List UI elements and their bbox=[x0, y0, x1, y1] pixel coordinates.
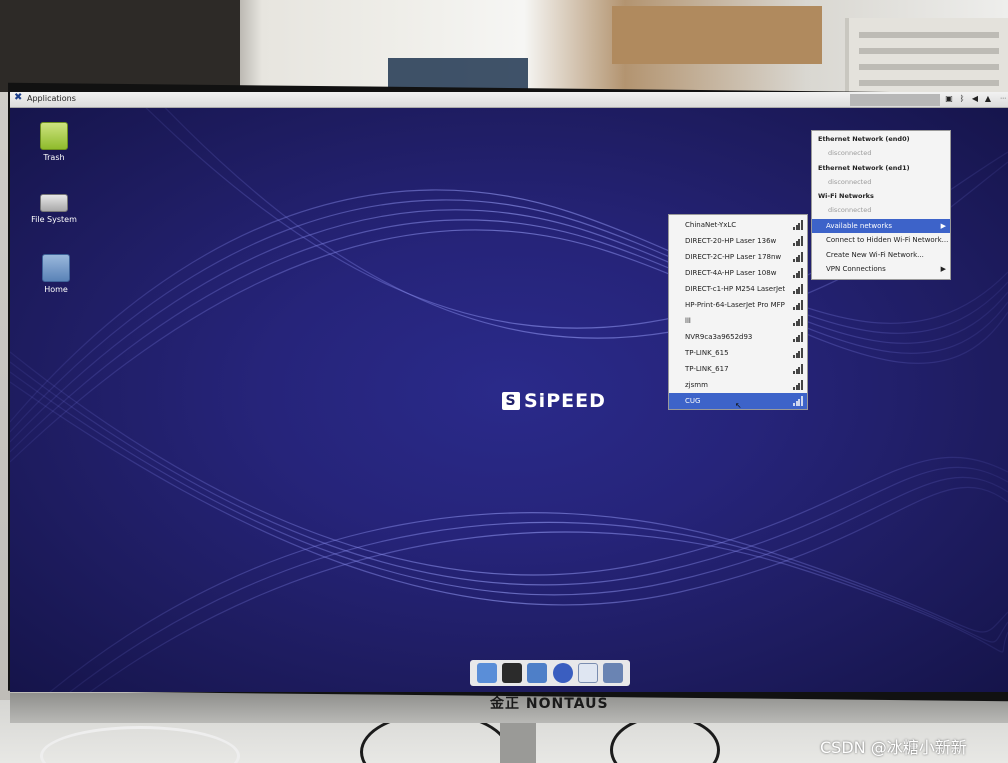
ethernet1-status: disconnected bbox=[828, 178, 872, 186]
available-networks-submenu: ChinaNet-YxLC DIRECT-20-HP Laser 136w DIRE… bbox=[668, 214, 808, 410]
network-ssid: TP-LINK_617 bbox=[685, 365, 729, 373]
signal-strength-icon bbox=[793, 396, 803, 406]
mouse-cursor-icon: ↖ bbox=[735, 401, 742, 410]
notification-icon[interactable]: ▲ bbox=[983, 94, 993, 104]
home-folder-icon bbox=[42, 254, 70, 282]
signal-strength-icon bbox=[793, 236, 803, 246]
network-ssid: lll bbox=[685, 317, 691, 325]
applications-label: Applications bbox=[27, 93, 76, 103]
sipeed-logo: S SiPEED bbox=[502, 390, 606, 412]
ethernet0-status: disconnected bbox=[828, 149, 872, 157]
signal-strength-icon bbox=[793, 252, 803, 262]
signal-strength-icon bbox=[793, 268, 803, 278]
network-item[interactable]: CUG ↖ bbox=[669, 393, 807, 410]
room-cabinet bbox=[845, 18, 1008, 96]
xfce-logo-icon: ✖ bbox=[14, 92, 23, 103]
network-item[interactable]: DIRECT-2C-HP Laser 178nw bbox=[669, 249, 807, 265]
network-item[interactable]: ChinaNet-YxLC bbox=[669, 217, 807, 233]
menu-item-connect-hidden[interactable]: Connect to Hidden Wi-Fi Network... bbox=[812, 233, 950, 247]
clock-icon[interactable]: ⋯ bbox=[996, 94, 1008, 104]
desktop-screen: ✖ Applications ▣ ᛒ ◀ ▲ ⋯ Trash File Syst… bbox=[10, 92, 1008, 692]
signal-strength-icon bbox=[793, 300, 803, 310]
trash-icon bbox=[40, 122, 68, 150]
network-ssid: DIRECT-c1-HP M254 LaserJet bbox=[685, 285, 786, 293]
network-ssid: DIRECT-2C-HP Laser 178nw bbox=[685, 253, 782, 261]
menu-item-label: Create New Wi-Fi Network... bbox=[826, 251, 924, 259]
system-tray: ▣ ᛒ ◀ ▲ ⋯ bbox=[944, 94, 1008, 104]
folder-icon[interactable] bbox=[603, 663, 624, 683]
desktop-icon-trash[interactable]: Trash bbox=[24, 122, 84, 162]
network-item[interactable]: TP-LINK_615 bbox=[669, 345, 807, 361]
network-item[interactable]: DIRECT-4A-HP Laser 108w bbox=[669, 265, 807, 281]
network-item[interactable]: NVR9ca3a9652d93 bbox=[669, 329, 807, 345]
signal-strength-icon bbox=[793, 348, 803, 358]
network-ssid: CUG bbox=[685, 397, 701, 405]
network-ssid: HP-Print-64-LaserJet Pro MFP bbox=[685, 301, 785, 309]
show-desktop-icon[interactable] bbox=[476, 663, 497, 683]
signal-strength-icon bbox=[793, 364, 803, 374]
wifi-status: disconnected bbox=[828, 206, 872, 214]
desktop-icon-file-system[interactable]: File System bbox=[24, 188, 84, 224]
watermark: CSDN @冰糖小新新 bbox=[820, 738, 967, 757]
submenu-arrow-icon: ▶ bbox=[940, 222, 946, 230]
signal-strength-icon bbox=[793, 316, 803, 326]
network-ssid: NVR9ca3a9652d93 bbox=[685, 333, 753, 341]
ethernet0-header: Ethernet Network (end0) bbox=[818, 135, 910, 143]
menu-item-label: Available networks bbox=[826, 222, 892, 230]
search-icon[interactable] bbox=[577, 663, 598, 683]
browser-icon[interactable] bbox=[552, 663, 573, 683]
dock bbox=[470, 660, 630, 686]
menu-item-available-networks[interactable]: Available networks ▶ bbox=[812, 219, 950, 233]
menu-item-label: VPN Connections bbox=[826, 265, 886, 273]
signal-strength-icon bbox=[793, 332, 803, 342]
menu-item-vpn-connections[interactable]: VPN Connections ▶ bbox=[812, 262, 950, 276]
menu-item-create-network[interactable]: Create New Wi-Fi Network... bbox=[812, 248, 950, 262]
wifi-header: Wi-Fi Networks bbox=[818, 192, 874, 200]
desktop-icon-home[interactable]: Home bbox=[26, 254, 86, 294]
network-ssid: DIRECT-20-HP Laser 136w bbox=[685, 237, 777, 245]
monitor-stand bbox=[500, 721, 536, 763]
network-ssid: ChinaNet-YxLC bbox=[685, 221, 737, 229]
terminal-icon[interactable] bbox=[501, 663, 522, 683]
volume-icon[interactable]: ◀ bbox=[970, 94, 980, 104]
file-manager-icon[interactable] bbox=[527, 663, 548, 683]
network-menu: Ethernet Network (end0) disconnected Eth… bbox=[811, 130, 951, 280]
bluetooth-icon[interactable]: ᛒ bbox=[957, 94, 967, 104]
signal-strength-icon bbox=[793, 284, 803, 294]
network-icon[interactable]: ▣ bbox=[944, 94, 954, 104]
logo-text: SiPEED bbox=[524, 390, 606, 412]
desktop-icon-label: File System bbox=[31, 215, 77, 224]
network-item[interactable]: TP-LINK_617 bbox=[669, 361, 807, 377]
drive-icon bbox=[40, 194, 68, 212]
network-item[interactable]: zjsmm bbox=[669, 377, 807, 393]
applications-menu[interactable]: ✖ Applications bbox=[14, 93, 76, 103]
network-item[interactable]: DIRECT-c1-HP M254 LaserJet bbox=[669, 281, 807, 297]
submenu-arrow-icon: ▶ bbox=[940, 265, 946, 273]
room-cardboard-box bbox=[612, 6, 822, 64]
desktop-icon-label: Trash bbox=[43, 153, 65, 162]
network-ssid: TP-LINK_615 bbox=[685, 349, 729, 357]
menu-item-label: Connect to Hidden Wi-Fi Network... bbox=[826, 236, 949, 244]
network-item[interactable]: lll bbox=[669, 313, 807, 329]
signal-strength-icon bbox=[793, 220, 803, 230]
ethernet1-header: Ethernet Network (end1) bbox=[818, 164, 910, 172]
sipeed-s-icon: S bbox=[502, 392, 520, 410]
network-item[interactable]: HP-Print-64-LaserJet Pro MFP bbox=[669, 297, 807, 313]
photo-scene: 金正 NÖNTAUS ✖ Applications ▣ ᛒ ◀ ▲ ⋯ Tras… bbox=[0, 0, 1008, 763]
network-ssid: DIRECT-4A-HP Laser 108w bbox=[685, 269, 777, 277]
room-dark-corner bbox=[0, 0, 240, 92]
top-panel: ✖ Applications ▣ ᛒ ◀ ▲ ⋯ bbox=[10, 92, 1008, 108]
panel-spacer bbox=[850, 94, 940, 106]
signal-strength-icon bbox=[793, 380, 803, 390]
desktop-icon-label: Home bbox=[44, 285, 68, 294]
network-item[interactable]: DIRECT-20-HP Laser 136w bbox=[669, 233, 807, 249]
network-ssid: zjsmm bbox=[685, 381, 708, 389]
